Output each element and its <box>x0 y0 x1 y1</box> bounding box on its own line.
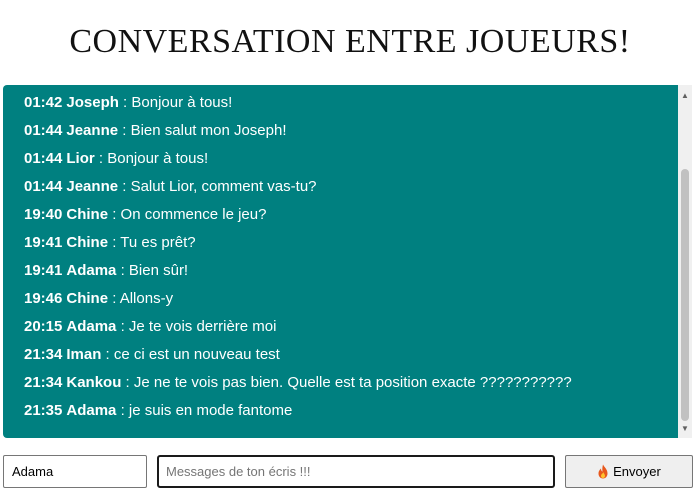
message-input[interactable] <box>157 455 555 488</box>
message-text: : Bien sûr! <box>116 262 189 279</box>
message-time: 19:46 <box>24 290 63 307</box>
send-button[interactable]: Envoyer <box>565 455 693 488</box>
message-text: : On commence le jeu? <box>108 206 267 223</box>
player-name-input[interactable] <box>3 455 147 488</box>
message-text: : ce ci est un nouveau test <box>101 346 280 363</box>
message-meta: 20:15 Adama <box>24 318 116 335</box>
message-meta: 01:44 Jeanne <box>24 178 118 195</box>
message-time: 19:41 <box>24 234 63 251</box>
message-time: 19:41 <box>24 262 63 279</box>
message-time: 21:34 <box>24 374 63 391</box>
chat-message: 19:41 Chine : Tu es prêt? <box>24 232 678 260</box>
message-author: Kankou <box>66 374 122 391</box>
chat-page: CONVERSATION ENTRE JOUEURS! 01:42 Joseph … <box>0 0 700 492</box>
scroll-up-icon[interactable]: ▲ <box>678 88 692 102</box>
message-time: 19:40 <box>24 206 63 223</box>
message-author: Adama <box>66 262 117 279</box>
message-author: Iman <box>66 346 102 363</box>
message-list[interactable]: 01:42 Joseph : Bonjour à tous! 01:44 Jeanne… <box>3 85 678 438</box>
message-meta: 19:41 Chine <box>24 234 108 251</box>
message-meta: 01:44 Jeanne <box>24 122 118 139</box>
chat-message: 19:46 Chine : Allons-y <box>24 288 678 316</box>
message-author: Adama <box>66 402 117 419</box>
chat-message: 01:44 Lior : Bonjour à tous! <box>24 148 678 176</box>
message-text: : Bonjour à tous! <box>94 150 209 167</box>
chat-message: 19:41 Adama : Bien sûr! <box>24 260 678 288</box>
scroll-thumb[interactable] <box>681 169 689 421</box>
message-author: Chine <box>66 234 109 251</box>
chat-message: 21:35 Adama : je suis en mode fantome <box>24 400 678 428</box>
message-author: Jeanne <box>66 122 119 139</box>
message-time: 21:34 <box>24 346 63 363</box>
message-time: 01:44 <box>24 122 63 139</box>
message-time: 01:44 <box>24 150 63 167</box>
fire-icon <box>598 464 608 479</box>
message-author: Chine <box>66 206 109 223</box>
message-meta: 21:34 Iman <box>24 346 101 363</box>
message-text: : Je te vois derrière moi <box>116 318 277 335</box>
scroll-down-icon[interactable]: ▼ <box>678 421 692 435</box>
chat-message: 21:34 Iman : ce ci est un nouveau test <box>24 344 678 372</box>
chat-message: 21:34 Kankou : Je ne te vois pas bien. Qu… <box>24 372 678 400</box>
message-author: Lior <box>66 150 95 167</box>
message-author: Jeanne <box>66 178 119 195</box>
message-text: : Je ne te vois pas bien. Quelle est ta … <box>121 374 572 391</box>
message-text: : Bien salut mon Joseph! <box>118 122 287 139</box>
message-time: 20:15 <box>24 318 63 335</box>
message-meta: 19:40 Chine <box>24 206 108 223</box>
chat-message: 01:42 Joseph : Bonjour à tous! <box>24 92 678 120</box>
message-time: 01:42 <box>24 94 63 111</box>
message-meta: 21:34 Kankou <box>24 374 121 391</box>
message-text: : je suis en mode fantome <box>116 402 293 419</box>
message-text: : Bonjour à tous! <box>118 94 233 111</box>
message-meta: 01:44 Lior <box>24 150 95 167</box>
chat-message: 01:44 Jeanne : Bien salut mon Joseph! <box>24 120 678 148</box>
chat-message: 19:40 Chine : On commence le jeu? <box>24 204 678 232</box>
message-author: Joseph <box>66 94 119 111</box>
message-author: Chine <box>66 290 109 307</box>
message-text: : Tu es prêt? <box>108 234 196 251</box>
message-meta: 19:41 Adama <box>24 262 116 279</box>
message-time: 21:35 <box>24 402 63 419</box>
message-author: Adama <box>66 318 117 335</box>
chat-scrollbar[interactable]: ▲ ▼ <box>678 85 692 438</box>
page-title: CONVERSATION ENTRE JOUEURS! <box>69 23 631 60</box>
chat-panel: 01:42 Joseph : Bonjour à tous! 01:44 Jeanne… <box>3 85 692 438</box>
message-meta: 19:46 Chine <box>24 290 108 307</box>
message-meta: 01:42 Joseph <box>24 94 119 111</box>
message-text: : Salut Lior, comment vas-tu? <box>118 178 317 195</box>
send-button-label: Envoyer <box>613 464 661 479</box>
chat-message: 01:44 Jeanne : Salut Lior, comment vas-tu… <box>24 176 678 204</box>
message-time: 01:44 <box>24 178 63 195</box>
message-meta: 21:35 Adama <box>24 402 116 419</box>
message-text: : Allons-y <box>108 290 174 307</box>
chat-message: 20:15 Adama : Je te vois derrière moi <box>24 316 678 344</box>
